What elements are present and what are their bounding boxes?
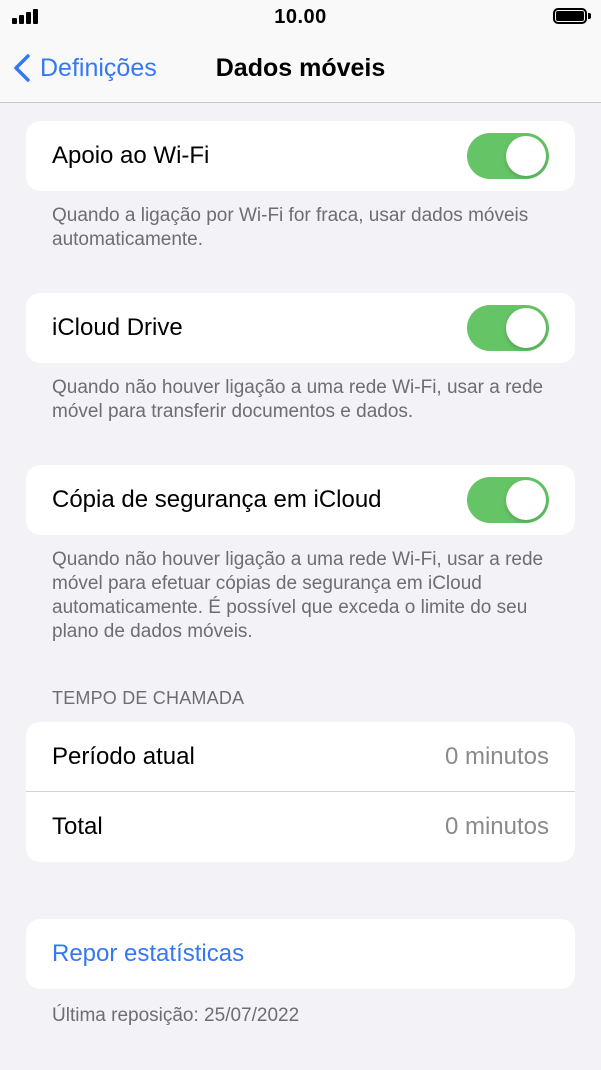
wifi-assist-footer: Quando a ligação por Wi-Fi for fraca, us…: [52, 205, 529, 250]
total-value: 0 minutos: [444, 813, 549, 840]
icloud-backup-card: Cópia de segurança em iCloud: [26, 465, 575, 535]
icloud-drive-footer: Quando não houver ligação a uma rede Wi-…: [52, 377, 544, 422]
page-title: Dados móveis: [215, 54, 386, 82]
icloud-backup-footer: Quando não houver ligação a uma rede Wi-…: [52, 549, 544, 642]
reset-statistics-button[interactable]: Repor estatísticas: [52, 940, 244, 968]
icloud-drive-label: iCloud Drive: [52, 314, 183, 341]
wifi-assist-toggle[interactable]: [467, 133, 549, 179]
icloud-backup-row: Cópia de segurança em iCloud: [26, 465, 575, 535]
reset-statistics-row[interactable]: Repor estatísticas: [26, 919, 575, 989]
battery-icon: [553, 8, 591, 24]
icloud-drive-toggle[interactable]: [467, 305, 549, 351]
current-period-row: Período atual 0 minutos: [26, 722, 575, 792]
status-time: 10.00: [274, 6, 327, 28]
icloud-backup-label: Cópia de segurança em iCloud: [52, 486, 382, 513]
current-period-label: Período atual: [52, 742, 195, 770]
status-bar: 10.00: [0, 0, 601, 34]
wifi-assist-label: Apoio ao Wi-Fi: [52, 142, 210, 169]
last-reset-footer: Última reposição: 25/07/2022: [52, 1005, 300, 1026]
call-time-header: TEMPO DE CHAMADA: [52, 688, 245, 708]
navigation-bar: Definições Dados móveis: [0, 34, 601, 103]
call-time-card: Período atual 0 minutos Total 0 minutos: [26, 722, 575, 862]
total-label: Total: [52, 813, 103, 840]
icloud-drive-row: iCloud Drive: [26, 293, 575, 363]
wifi-assist-row: Apoio ao Wi-Fi: [26, 121, 575, 191]
icloud-backup-toggle[interactable]: [467, 477, 549, 523]
total-row: Total 0 minutos: [26, 792, 575, 862]
current-period-value: 0 minutos: [444, 742, 549, 770]
reset-statistics-card: Repor estatísticas: [26, 919, 575, 989]
wifi-assist-card: Apoio ao Wi-Fi: [26, 121, 575, 191]
icloud-drive-card: iCloud Drive: [26, 293, 575, 363]
